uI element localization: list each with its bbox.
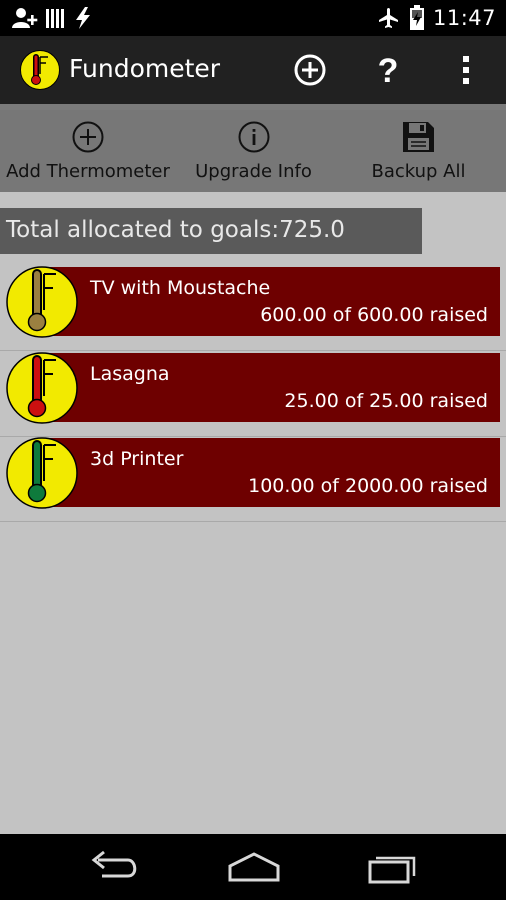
thermometer-icon xyxy=(6,352,78,424)
goal-progress: 25.00 of 25.00 raised xyxy=(284,390,488,412)
recent-apps-icon[interactable] xyxy=(362,848,426,886)
total-allocated-banner: Total allocated to goals:725.0 xyxy=(0,208,422,254)
status-clock: 11:47 xyxy=(432,6,496,30)
goal-row[interactable]: TV with Moustache 600.00 of 600.00 raise… xyxy=(0,266,506,352)
goal-progress: 100.00 of 2000.00 raised xyxy=(248,475,488,497)
action-bar: Fundometer ? xyxy=(0,36,506,104)
goal-name: Lasagna xyxy=(90,363,170,385)
goal-name: 3d Printer xyxy=(90,448,184,470)
save-disk-icon xyxy=(403,122,434,152)
goal-divider xyxy=(0,521,506,522)
backup-all-label: Backup All xyxy=(371,161,466,182)
signal-bars-icon xyxy=(46,9,64,28)
backup-all-button[interactable]: Backup All xyxy=(331,110,506,192)
total-allocated-text: Total allocated to goals:725.0 xyxy=(6,217,345,243)
status-right-icons: 11:47 xyxy=(377,4,496,32)
flash-icon xyxy=(76,7,90,29)
thermometer-icon xyxy=(6,266,78,338)
add-user-icon xyxy=(12,8,38,28)
add-thermometer-button[interactable]: Add Thermometer xyxy=(0,110,176,192)
thermometer-icon xyxy=(6,437,78,509)
goal-name: TV with Moustache xyxy=(90,277,271,299)
upgrade-info-label: Upgrade Info xyxy=(195,161,312,182)
help-glyph: ? xyxy=(378,52,399,90)
toolbar: Add Thermometer Upgrade Info Backup All xyxy=(0,110,506,192)
add-icon[interactable] xyxy=(290,50,330,90)
add-thermometer-label: Add Thermometer xyxy=(6,161,170,182)
status-left-icons xyxy=(12,7,94,29)
goal-row[interactable]: Lasagna 25.00 of 25.00 raised xyxy=(0,352,506,438)
thermometer-logo-icon xyxy=(20,50,60,90)
app-title: Fundometer xyxy=(69,54,221,83)
status-bar: 11:47 xyxy=(0,0,506,36)
overflow-menu-icon[interactable] xyxy=(446,50,486,90)
back-icon[interactable] xyxy=(82,848,146,886)
goal-row[interactable]: 3d Printer 100.00 of 2000.00 raised xyxy=(0,437,506,523)
upgrade-info-button[interactable]: Upgrade Info xyxy=(176,110,331,192)
help-icon[interactable]: ? xyxy=(368,50,408,90)
navigation-bar xyxy=(0,834,506,900)
airplane-icon xyxy=(378,8,398,28)
goal-progress: 600.00 of 600.00 raised xyxy=(260,304,488,326)
add-circle-icon xyxy=(72,121,104,153)
info-icon xyxy=(238,121,270,153)
goal-divider xyxy=(0,350,506,351)
battery-charging-icon xyxy=(409,5,424,30)
home-icon[interactable] xyxy=(222,848,286,886)
